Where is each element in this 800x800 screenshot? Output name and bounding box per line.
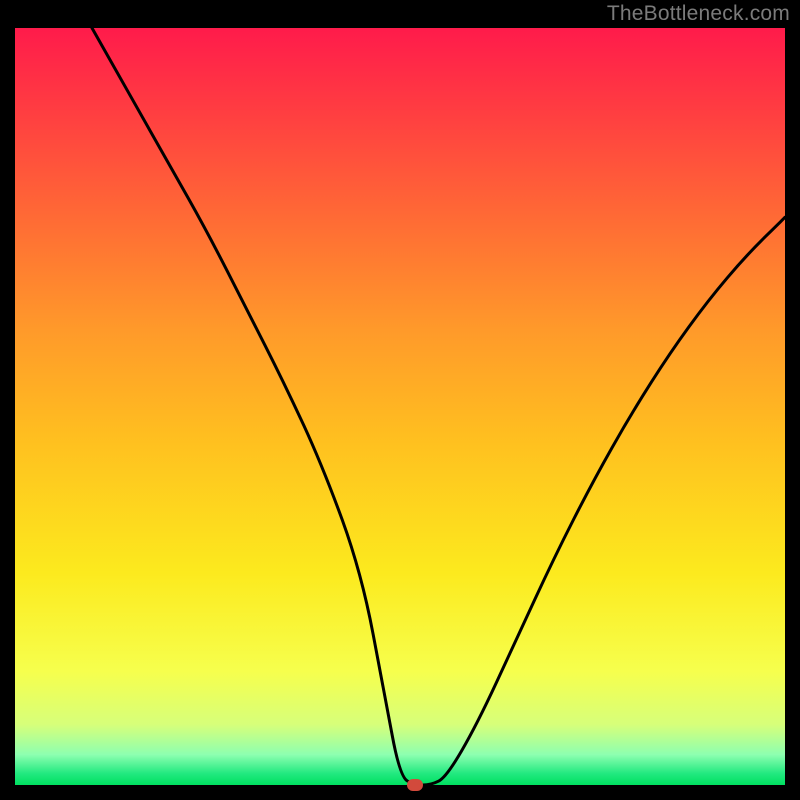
curve-svg [15, 28, 785, 785]
plot-area [15, 28, 785, 785]
chart-frame: TheBottleneck.com [0, 0, 800, 800]
min-point-marker [407, 779, 423, 791]
watermark-text: TheBottleneck.com [607, 2, 790, 26]
bottleneck-curve-path [92, 28, 785, 785]
